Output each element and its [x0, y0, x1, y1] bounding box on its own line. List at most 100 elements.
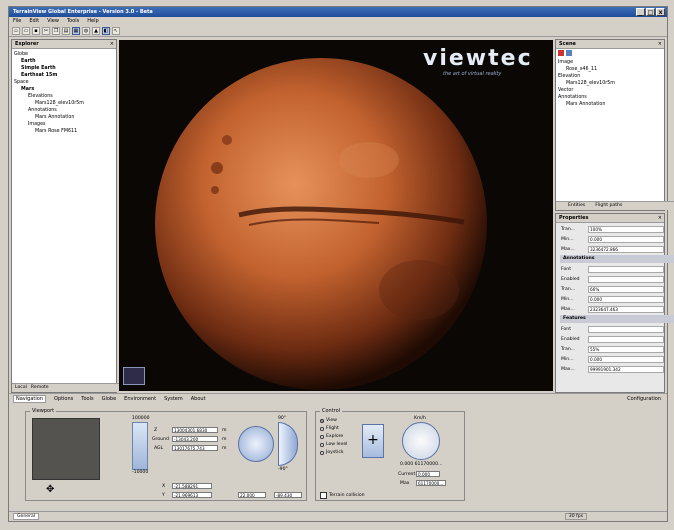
menu-tools[interactable]: Tools: [67, 17, 79, 25]
move-cross-icon[interactable]: +: [362, 424, 384, 458]
pan-arrows-icon[interactable]: ✥: [46, 484, 54, 495]
property-value[interactable]: 55%: [588, 346, 664, 353]
configuration-button[interactable]: Configuration: [627, 396, 661, 402]
explorer-item[interactable]: Space: [14, 79, 114, 86]
mode-radio[interactable]: View: [320, 418, 337, 423]
property-value[interactable]: 0.000: [588, 356, 664, 363]
explorer-item[interactable]: Earthsat 15m: [14, 72, 114, 79]
property-value[interactable]: 2323647.463: [588, 306, 664, 313]
tab-entities[interactable]: Entities: [568, 202, 585, 210]
minimap-thumbnail[interactable]: [123, 367, 145, 385]
altitude-slider[interactable]: [132, 422, 148, 470]
explorer-item[interactable]: Simple Earth: [14, 65, 114, 72]
explorer-item[interactable]: Mars: [14, 86, 114, 93]
agl-field[interactable]: 13017675.743: [172, 445, 218, 451]
explorer-item[interactable]: Mars128_elev10r5m: [14, 100, 114, 107]
menu-file[interactable]: File: [13, 17, 21, 25]
explorer-item[interactable]: Images: [14, 121, 114, 128]
save-icon[interactable]: ▪: [32, 26, 40, 35]
close-button[interactable]: x: [656, 8, 665, 16]
pitch-field[interactable]: -89.430: [274, 492, 302, 498]
cut-icon[interactable]: ✂: [42, 26, 50, 35]
scene-item[interactable]: Rose_s46_11: [558, 66, 662, 73]
layer-icon[interactable]: ◧: [102, 26, 110, 35]
tab-environment[interactable]: Environment: [124, 396, 156, 402]
scene-item[interactable]: Mars Annotation: [558, 101, 662, 108]
scene-title: Scene: [559, 41, 576, 47]
property-value[interactable]: [588, 266, 664, 273]
property-value[interactable]: 100%: [588, 226, 664, 233]
new-icon[interactable]: ▫: [12, 26, 20, 35]
tab-flight-paths[interactable]: Flight paths: [595, 202, 622, 210]
y-field[interactable]: -21.969613: [172, 492, 212, 498]
tab-system[interactable]: System: [164, 396, 183, 402]
scene-item[interactable]: Image: [558, 59, 662, 66]
speed-gauge: [402, 422, 440, 460]
heading-field[interactable]: 22.000: [238, 492, 266, 498]
property-value[interactable]: 99991901.342: [588, 366, 664, 373]
property-value[interactable]: 0.000: [588, 296, 664, 303]
copy-icon[interactable]: ❐: [52, 26, 60, 35]
property-value[interactable]: [588, 326, 664, 333]
menu-edit[interactable]: Edit: [29, 17, 39, 25]
globe-icon[interactable]: ◍: [82, 26, 90, 35]
title-bar[interactable]: TerrainView Global Enterprise - Version …: [9, 7, 667, 17]
paste-icon[interactable]: ▤: [62, 26, 70, 35]
explorer-item[interactable]: Annotations: [14, 107, 114, 114]
close-icon[interactable]: ×: [110, 40, 114, 48]
mode-radio[interactable]: Joystick: [320, 450, 344, 455]
speed-unit: Km/h: [414, 416, 426, 421]
menu-bar: File Edit View Tools Help: [9, 17, 671, 25]
mode-radio[interactable]: Low level: [320, 442, 347, 447]
terrain-icon[interactable]: ▲: [92, 26, 100, 35]
x-field[interactable]: -21.588291: [172, 483, 212, 489]
mode-radio[interactable]: Explore: [320, 434, 343, 439]
menu-view[interactable]: View: [47, 17, 59, 25]
explorer-item[interactable]: Elevations: [14, 93, 114, 100]
globe-viewport[interactable]: viewtec the art of virtual reality: [119, 40, 553, 391]
maximize-button[interactable]: □: [646, 8, 655, 16]
scene-item[interactable]: Elevation: [558, 73, 662, 80]
close-icon[interactable]: ×: [658, 40, 662, 48]
open-icon[interactable]: ▭: [22, 26, 30, 35]
property-group[interactable]: Features: [560, 315, 674, 323]
minimize-button[interactable]: _: [636, 8, 645, 16]
mode-radio[interactable]: Flight: [320, 426, 339, 431]
property-value[interactable]: 66%: [588, 286, 664, 293]
property-value[interactable]: [588, 276, 664, 283]
close-icon[interactable]: ×: [658, 214, 662, 222]
property-group[interactable]: Annotations: [560, 255, 674, 263]
ground-field[interactable]: -13043.200: [172, 436, 218, 442]
explorer-item[interactable]: Mars Rose FM611: [14, 128, 114, 135]
tab-globe[interactable]: Globe: [102, 396, 117, 402]
tab-local[interactable]: Local: [15, 384, 27, 392]
max-field[interactable]: 61170000...: [416, 480, 446, 486]
heading-dial[interactable]: [238, 426, 274, 462]
terrain-collision-checkbox[interactable]: Terrain collision: [320, 492, 365, 499]
property-value[interactable]: 0.000: [588, 236, 664, 243]
add-icon[interactable]: [566, 50, 572, 56]
explorer-item[interactable]: Mars Annotation: [14, 114, 114, 121]
tab-general[interactable]: General: [13, 513, 40, 520]
delete-icon[interactable]: [558, 50, 564, 56]
scene-item[interactable]: Mars128_elev10r5m: [558, 80, 662, 87]
scene-item[interactable]: Vector: [558, 87, 662, 94]
menu-help[interactable]: Help: [87, 17, 98, 25]
explorer-item[interactable]: Earth: [14, 58, 114, 65]
tab-about[interactable]: About: [191, 396, 206, 402]
property-value[interactable]: [588, 336, 664, 343]
tab-options[interactable]: Options: [54, 396, 73, 402]
pointer-icon[interactable]: ↖: [112, 26, 120, 35]
z-field[interactable]: 13004301.6830: [172, 427, 218, 433]
tab-tools[interactable]: Tools: [81, 396, 93, 402]
tab-remote[interactable]: Remote: [31, 384, 49, 392]
property-value[interactable]: 3236472.866: [588, 246, 664, 253]
agl-unit: m: [222, 446, 227, 451]
tab-navigation[interactable]: Navigation: [13, 394, 46, 403]
explorer-item[interactable]: Globe: [14, 51, 114, 58]
terrain-minimap[interactable]: [32, 418, 100, 480]
pitch-dial[interactable]: [278, 422, 298, 466]
select-icon[interactable]: ▦: [72, 26, 80, 35]
z-label: Z: [154, 428, 158, 433]
scene-item[interactable]: Annotations: [558, 94, 662, 101]
